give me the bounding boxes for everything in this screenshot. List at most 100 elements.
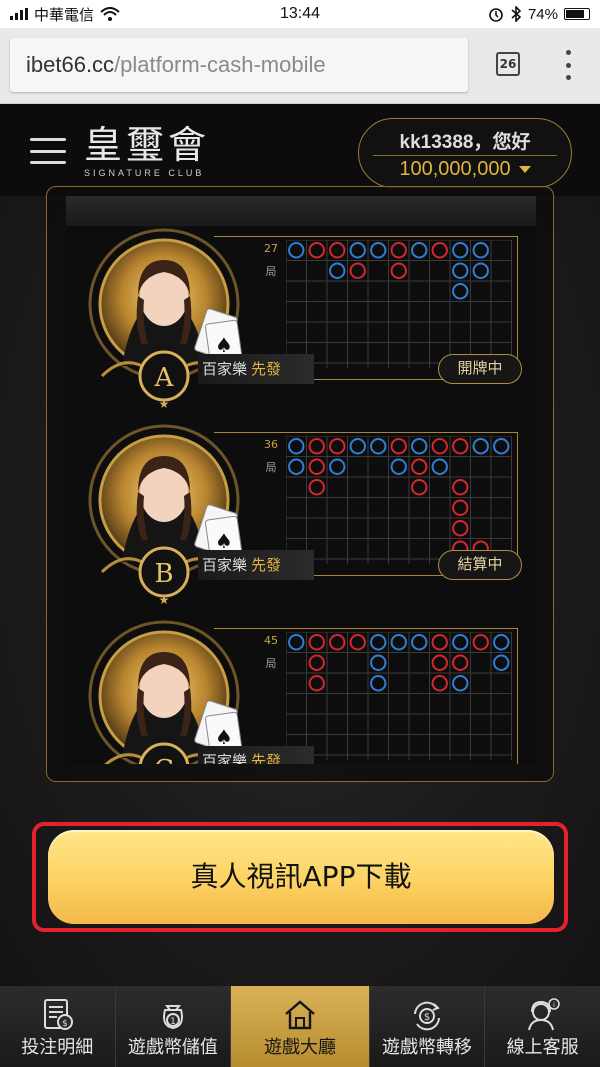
player-bead [370, 242, 387, 259]
player-bead [370, 675, 387, 692]
bluetooth-icon [511, 6, 522, 22]
logo-text: 皇璽會 [84, 123, 211, 167]
player-bead [452, 675, 469, 692]
nav-item-label: 投注明細 [21, 1037, 94, 1058]
banker-bead [431, 654, 448, 671]
divider [373, 155, 557, 156]
round-count-value: 27 [264, 242, 278, 255]
game-name: 百家樂 [202, 360, 248, 378]
browser-toolbar: ibet66.cc/platform-cash-mobile 26 [0, 28, 600, 104]
nav-item-coin-deposit[interactable]: 1 遊戲幣儲值 [116, 986, 232, 1067]
banker-bead [411, 458, 428, 475]
player-bead [288, 438, 305, 455]
game-name: 百家樂 [202, 752, 248, 764]
banker-bead [308, 634, 325, 651]
signal-icon [10, 8, 28, 20]
balance-dropdown[interactable]: 100,000,000 [359, 158, 571, 181]
player-bead [288, 634, 305, 651]
banker-bead [329, 634, 346, 651]
banker-bead [431, 242, 448, 259]
address-bar[interactable]: ibet66.cc/platform-cash-mobile [10, 38, 468, 92]
player-bead [411, 634, 428, 651]
svg-text:i: i [553, 1001, 555, 1009]
hamburger-menu-icon[interactable] [30, 138, 66, 164]
banker-bead [431, 438, 448, 455]
svg-text:$: $ [62, 1019, 68, 1029]
round-count-value: 45 [264, 634, 278, 647]
table-status-badge: 結算中 [438, 550, 522, 580]
banker-bead [452, 654, 469, 671]
url-host: ibet66.cc [26, 52, 115, 77]
app-download-button[interactable]: 真人視訊APP下載 [48, 830, 554, 924]
player-bead [431, 458, 448, 475]
status-bar: 中華電信 13:44 74% [0, 0, 600, 28]
dealer-emblem: ♠B★ [88, 424, 244, 607]
player-bead [472, 242, 489, 259]
player-bead [390, 458, 407, 475]
coin-deposit-icon: 1 [162, 1005, 183, 1030]
player-bead [452, 242, 469, 259]
table-status-badge: 開牌中 [438, 354, 522, 384]
carrier-name: 中華電信 [34, 6, 95, 24]
svg-text:A: A [154, 363, 175, 393]
player-bead [411, 242, 428, 259]
banker-bead [431, 634, 448, 651]
dealer-emblem: ♠A★ [88, 228, 244, 411]
table-game-label: 百家樂 先發 [198, 746, 314, 764]
svg-text:1: 1 [170, 1017, 176, 1027]
customer-service-icon: i [527, 998, 560, 1031]
banker-bead [411, 479, 428, 496]
table-game-label: 百家樂 先發 [198, 354, 314, 384]
svg-text:$: $ [424, 1012, 430, 1023]
coin-transfer-icon: $ [414, 1001, 441, 1031]
dealer-tag: 先發 [251, 752, 282, 764]
alarm-icon [489, 8, 503, 22]
browser-menu-icon[interactable] [562, 50, 574, 80]
player-bead [370, 634, 387, 651]
logo-subtitle: SIGNATURE CLUB [84, 168, 205, 178]
battery-icon [564, 8, 590, 20]
svg-text:C: C [154, 755, 174, 764]
player-bead [329, 458, 346, 475]
bead-road-grid [286, 632, 512, 760]
app-header: 皇璽會 SIGNATURE CLUB kk13388，您好 100,000,00… [0, 104, 600, 196]
round-count: 27 局 [256, 242, 286, 279]
game-name: 百家樂 [202, 556, 248, 574]
round-count: 45 局 [256, 634, 286, 671]
svg-text:★: ★ [159, 397, 170, 411]
home-icon [285, 1000, 315, 1030]
balance-value: 100,000,000 [399, 158, 511, 180]
banker-bead [308, 479, 325, 496]
banker-bead [390, 242, 407, 259]
nav-item-coin-transfer[interactable]: $ 遊戲幣轉移 [370, 986, 486, 1067]
baccarat-table-card[interactable]: 36 局 ♠ B ★ 百家樂 先發 結算中 [66, 422, 536, 618]
banker-bead [308, 458, 325, 475]
round-count: 36 局 [256, 438, 286, 475]
banker-bead [452, 499, 469, 516]
banker-bead [452, 438, 469, 455]
user-account-box[interactable]: kk13388，您好 100,000,000 [358, 118, 572, 188]
baccarat-table-card[interactable]: 27 局 ♠ A ★ 百家樂 先發 開牌中 [66, 226, 536, 422]
banker-bead [308, 675, 325, 692]
player-bead [288, 242, 305, 259]
nav-item-home[interactable]: 遊戲大廳 [231, 986, 370, 1067]
nav-item-bet-record[interactable]: $ 投注明細 [0, 986, 116, 1067]
nav-item-label: 遊戲幣轉移 [382, 1037, 473, 1058]
player-bead [493, 438, 510, 455]
table-list: 27局♠A★百家樂先發開牌中36局♠B★百家樂先發結算中45局♠C★百家樂先發 [66, 196, 536, 764]
logo: 皇璽會 SIGNATURE CLUB [84, 124, 224, 178]
user-greeting: kk13388，您好 [399, 132, 531, 153]
dealer-emblem: ♠C★ [88, 620, 244, 764]
banker-bead [308, 242, 325, 259]
player-bead [390, 634, 407, 651]
player-bead [370, 438, 387, 455]
tab-switcher-button[interactable]: 26 [496, 52, 520, 76]
player-bead [349, 242, 366, 259]
nav-item-customer-service[interactable]: i 線上客服 [485, 986, 600, 1067]
baccarat-table-card[interactable]: 45 局 ♠C★百家樂先發 [66, 618, 536, 764]
banker-bead [390, 262, 407, 279]
player-bead [329, 262, 346, 279]
player-bead [493, 654, 510, 671]
banker-bead [349, 262, 366, 279]
nav-item-label: 遊戲大廳 [263, 1037, 336, 1058]
